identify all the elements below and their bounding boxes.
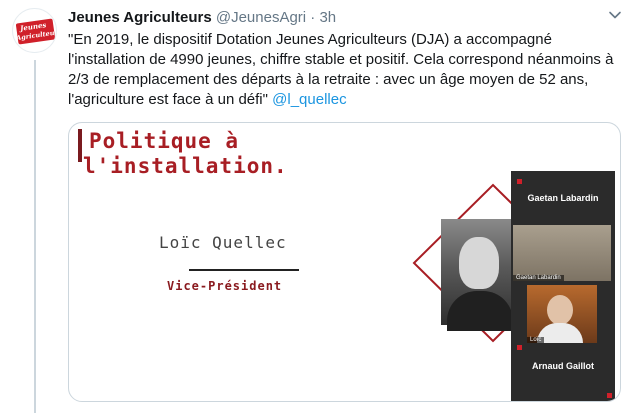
photo-body (447, 291, 513, 331)
participant-caption-bottom: Loïc (527, 337, 545, 343)
photo-face (459, 237, 499, 289)
title-accent-bar (78, 129, 82, 162)
timestamp[interactable]: 3h (319, 9, 336, 26)
mic-muted-icon (517, 345, 522, 350)
media-card[interactable]: Politique à l'installation. Loïc Quellec… (68, 122, 621, 402)
mic-muted-icon (607, 393, 612, 398)
tweet-text: "En 2019, le dispositif Dotation Jeunes … (68, 30, 616, 110)
participant-name-bottom: Arnaud Gaillot (531, 361, 594, 371)
avatar[interactable]: Jeunes Agriculteurs (12, 8, 57, 53)
participant-video-bottom: Loïc (527, 285, 597, 343)
participant-face (547, 295, 573, 325)
participant-caption-top: Gaetan Labardin (513, 275, 564, 281)
avatar-column: Jeunes Agriculteurs (12, 8, 58, 53)
participant-name-top: Gaetan Labardin (527, 193, 599, 203)
participant-video-top: Gaetan Labardin (513, 225, 611, 281)
thread-line (34, 60, 36, 413)
mention-link[interactable]: @l_quellec (272, 91, 346, 108)
tweet-header: Jeunes Agriculteurs @JeunesAgri · 3h (68, 8, 336, 28)
mic-muted-icon (517, 179, 522, 184)
display-name[interactable]: Jeunes Agriculteurs (68, 9, 212, 26)
chevron-down-icon[interactable] (608, 8, 622, 22)
speaker-divider (189, 269, 299, 271)
slide-title-line1: Politique à (89, 129, 240, 153)
separator-dot: · (310, 9, 316, 26)
speaker-photo (441, 219, 519, 331)
handle[interactable]: @JeunesAgri (216, 9, 306, 26)
slide-title-line2: l'installation. (83, 154, 288, 178)
participants-panel: Gaetan Labardin Gaetan Labardin Loïc Arn… (511, 171, 615, 401)
speaker-role: Vice-Président (167, 279, 283, 293)
speaker-name: Loïc Quellec (159, 233, 287, 252)
